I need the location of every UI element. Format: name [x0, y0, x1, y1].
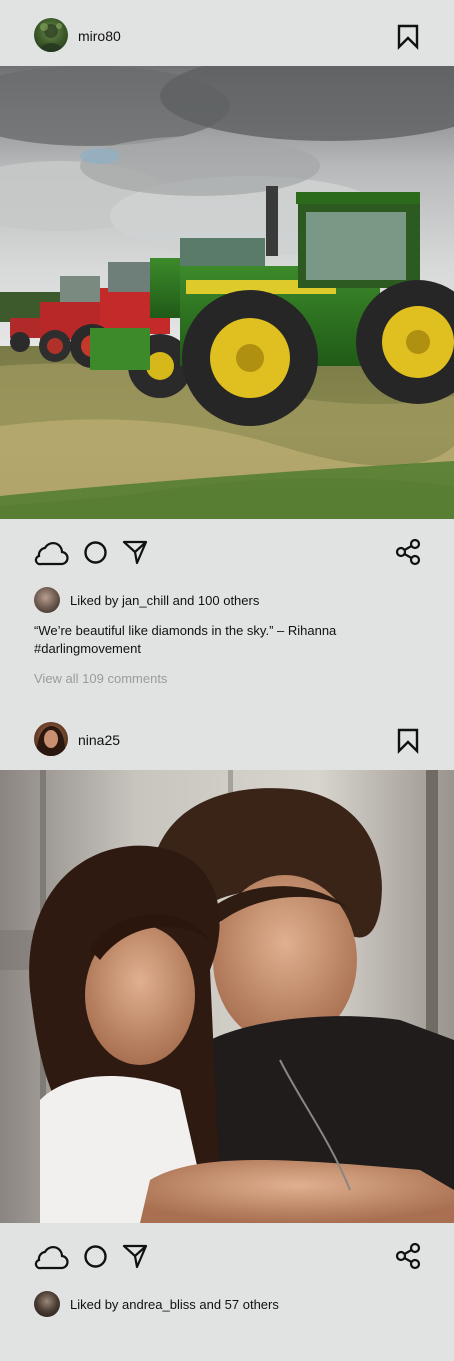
cloud-icon[interactable]	[33, 539, 69, 567]
bookmark-icon[interactable]	[396, 728, 420, 754]
likes-row: Liked by andrea_bliss and 57 others	[0, 1289, 454, 1319]
share-icon[interactable]	[395, 1242, 421, 1270]
bookmark-icon[interactable]	[396, 24, 420, 50]
cloud-icon[interactable]	[33, 1243, 69, 1271]
post-actions	[0, 519, 454, 585]
post-actions	[0, 1223, 454, 1289]
post-card: miro80 Liked by jan_chill and 100 others	[0, 0, 454, 615]
post-header: nina25	[0, 704, 454, 770]
post-caption: “We’re beautiful like diamonds in the sk…	[34, 622, 424, 658]
send-icon[interactable]	[122, 1243, 148, 1269]
post-header: miro80	[0, 0, 454, 66]
avatar[interactable]	[34, 587, 60, 613]
avatar[interactable]	[34, 1291, 60, 1317]
likes-row: Liked by jan_chill and 100 others	[0, 585, 454, 615]
avatar[interactable]	[34, 18, 68, 52]
username[interactable]: miro80	[78, 28, 121, 44]
username[interactable]: nina25	[78, 732, 120, 748]
send-icon[interactable]	[122, 539, 148, 565]
share-icon[interactable]	[395, 538, 421, 566]
circle-icon[interactable]	[83, 1244, 108, 1269]
likes-count[interactable]: Liked by jan_chill and 100 others	[70, 593, 259, 608]
circle-icon[interactable]	[83, 540, 108, 565]
post-photo[interactable]	[0, 770, 454, 1223]
post-photo[interactable]	[0, 66, 454, 519]
avatar[interactable]	[34, 722, 68, 756]
caption-quote: “We’re beautiful like diamonds in the sk…	[34, 623, 337, 638]
hashtag-link[interactable]: #darlingmovement	[34, 640, 424, 658]
view-comments-link[interactable]: View all 109 comments	[34, 671, 167, 686]
likes-count[interactable]: Liked by andrea_bliss and 57 others	[70, 1297, 279, 1312]
post-card: nina25 Liked by andrea_bliss and 57 othe…	[0, 704, 454, 1319]
